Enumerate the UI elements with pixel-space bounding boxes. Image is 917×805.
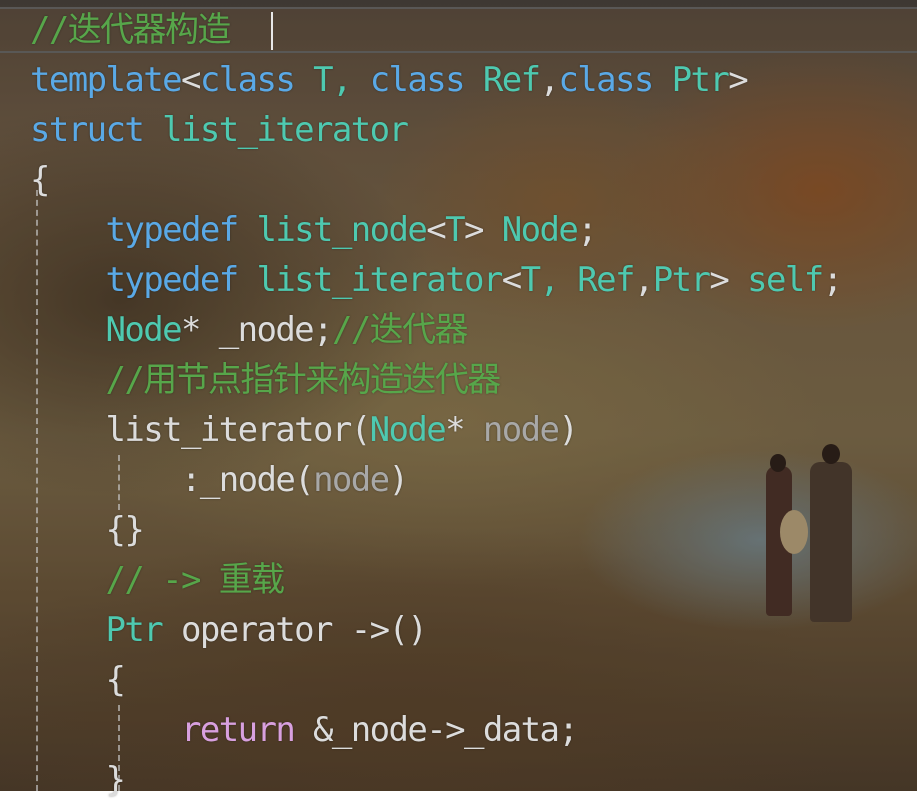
text-caret [271,12,273,50]
code-token: self [747,260,824,300]
code-token: class [558,60,654,100]
code-token: list_node [237,210,427,250]
code-token: Ptr [652,60,730,100]
code-token: } [105,760,125,800]
code-token: , [539,60,560,100]
code-token: T [445,210,465,250]
code-token: < [180,60,201,100]
code-token: ) [558,410,578,450]
code-token: class [369,60,466,100]
code-token: ; [577,210,597,250]
code-token: list_iterator [143,110,409,150]
code-line[interactable]: { [30,155,841,205]
code-token: Ptr [105,610,163,650]
code-line[interactable]: template<class T, class Ref,class Ptr> [30,55,841,105]
code-token: struct [30,110,145,150]
code-line[interactable]: return &_node->_data; [30,705,841,755]
code-token: :_node( [180,460,315,500]
code-line[interactable]: :_node(node) [30,455,841,505]
code-token: operator ->() [162,610,428,650]
code-token: // -> 重载 [105,560,285,600]
code-token: > [464,210,502,250]
code-token: { [30,160,50,200]
code-editor[interactable]: //迭代器构造 template<class T, class Ref,class… [30,5,843,805]
code-token: T, Ref [520,260,636,300]
code-line[interactable]: Ptr operator ->() [30,605,841,655]
code-token: list_iterator( [105,410,371,450]
code-token: , [633,260,654,300]
code-token: * _node; [180,310,334,350]
code-token: > [728,60,748,100]
code-token: //用节点指针来构造迭代器 [105,360,501,400]
code-line[interactable]: list_iterator(Node* node) [30,405,841,455]
code-line[interactable]: typedef list_iterator<T, Ref,Ptr> self; [30,255,843,305]
code-token: ) [388,460,409,500]
code-token: {} [105,510,144,550]
code-line[interactable]: } [30,755,841,805]
code-line[interactable]: {} [30,505,841,555]
code-token: < [426,210,446,250]
code-token: &_node->_data; [294,710,579,750]
code-line[interactable]: Node* _node;//迭代器 [30,305,841,355]
code-token: typedef [105,210,239,250]
code-token: Ref [464,60,541,100]
code-token: * [445,410,483,450]
code-token: > [709,260,748,300]
code-line[interactable]: typedef list_node<T> Node; [30,205,841,255]
code-token: Ptr [652,260,711,300]
code-token: T, [294,60,370,100]
code-token: Node [501,210,579,250]
code-token: typedef [105,260,239,300]
code-token: //迭代器构造 [30,10,231,50]
code-line[interactable]: { [30,655,841,705]
code-token: ; [822,260,843,300]
code-token: { [105,660,125,700]
code-token: node [482,410,560,450]
code-token: Node [105,310,182,350]
code-token: return [180,710,296,750]
code-line[interactable]: struct list_iterator [30,105,841,155]
code-line[interactable]: //迭代器构造 [30,5,841,55]
code-token: //迭代器 [331,310,469,350]
code-token: template [30,60,183,100]
code-token: node [313,460,390,500]
code-line[interactable]: //用节点指针来构造迭代器 [30,355,841,405]
code-token: list_iterator [237,260,503,300]
code-token: < [501,260,522,300]
code-token: Node [369,410,447,450]
code-line[interactable]: // -> 重载 [30,555,841,605]
code-token: class [199,60,296,100]
